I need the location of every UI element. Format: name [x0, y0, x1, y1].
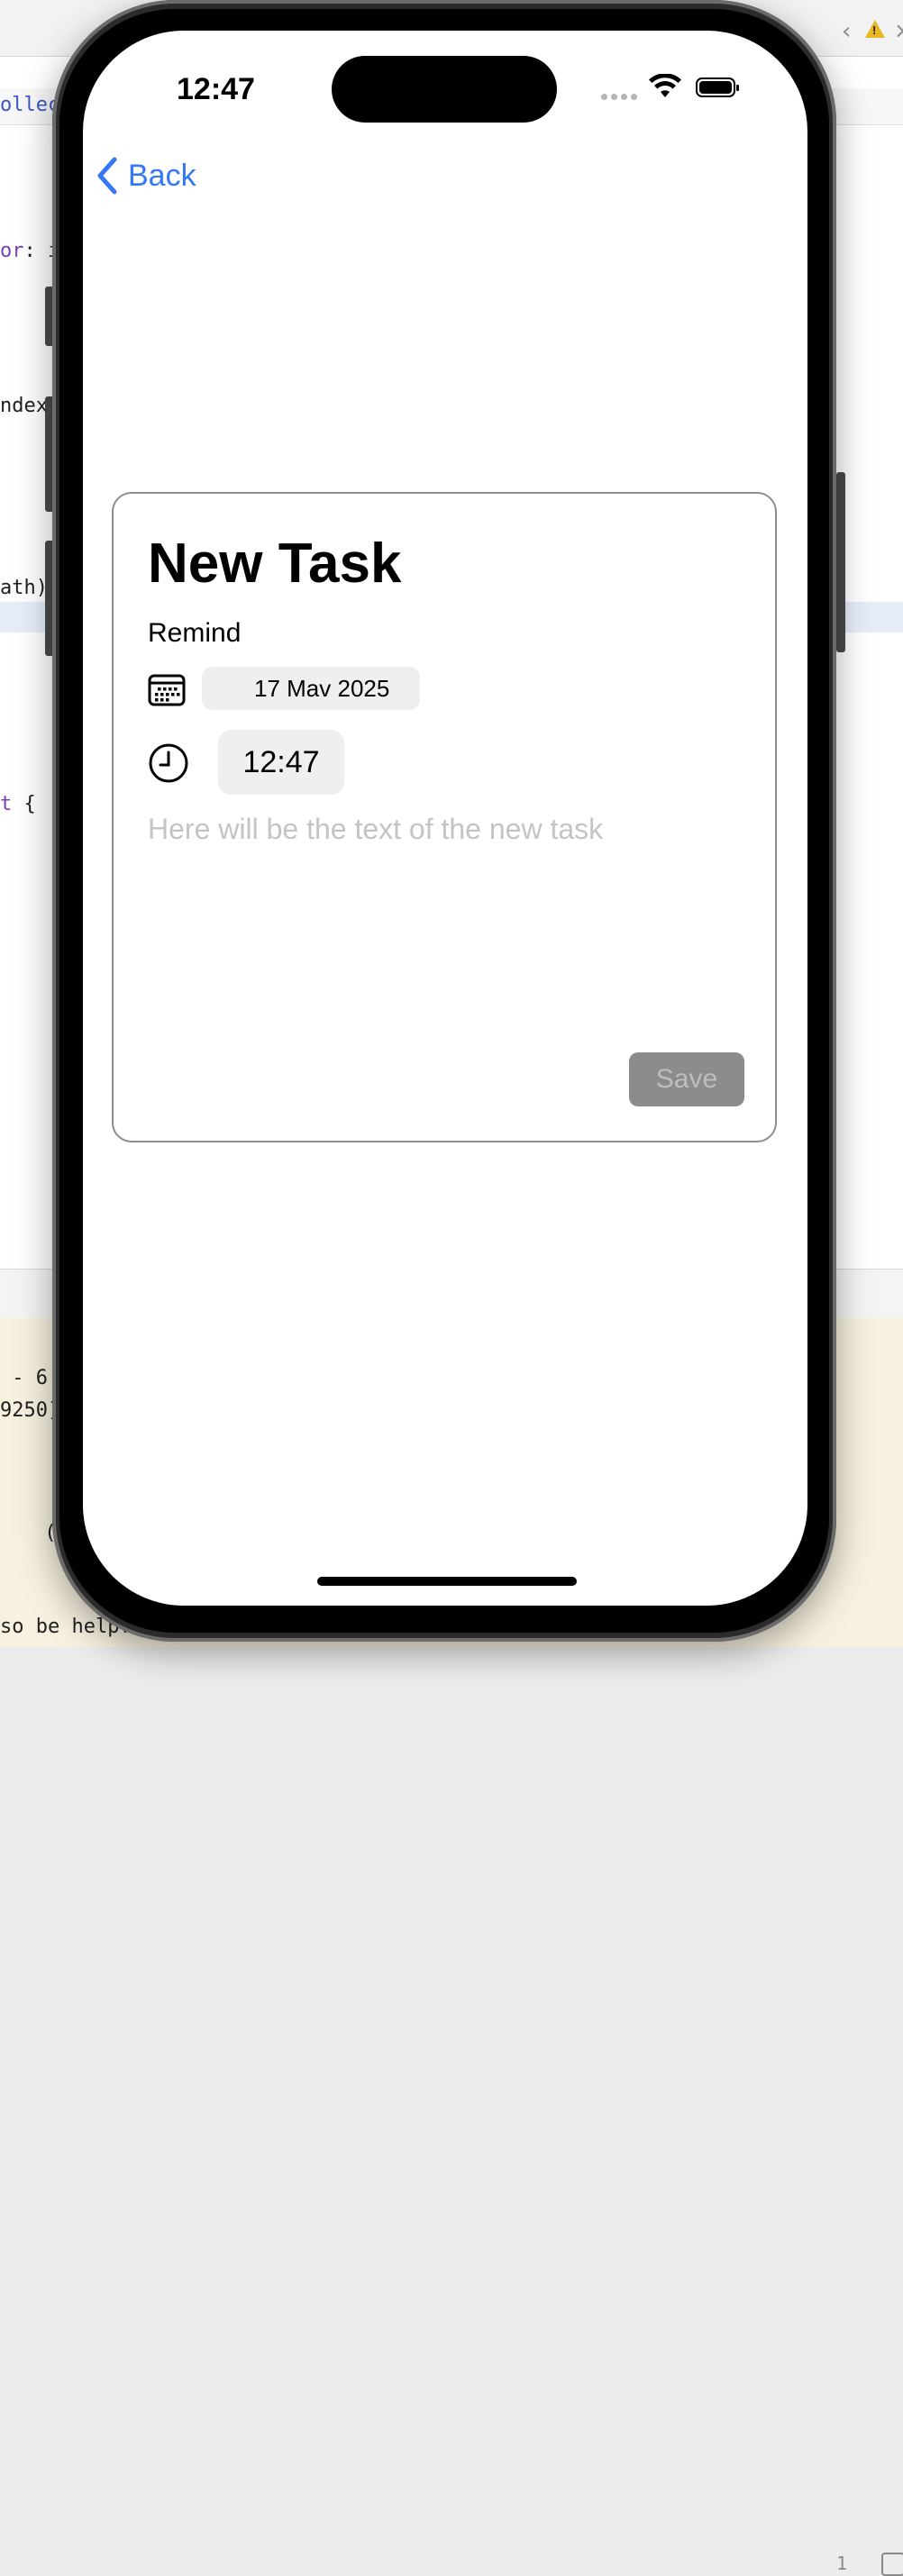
dynamic-island: [332, 56, 557, 123]
time-picker[interactable]: 12:47: [218, 730, 344, 795]
editor-close-icon[interactable]: ×: [894, 18, 903, 43]
remind-label: Remind: [148, 618, 242, 648]
page-title: New Task: [148, 532, 402, 595]
back-chevron-icon: [97, 157, 117, 195]
signal-icon: [601, 94, 637, 100]
line-number: 1: [836, 2553, 848, 2574]
status-time: 12:47: [177, 72, 255, 106]
editor-back-chevron-icon[interactable]: ‹: [842, 18, 851, 45]
home-indicator[interactable]: [317, 1577, 577, 1586]
task-text-input[interactable]: [148, 813, 743, 1083]
warning-mark: !: [872, 23, 877, 37]
code-token: or: [0, 240, 24, 262]
clock-icon: [149, 743, 188, 783]
code-line: or: i: [0, 240, 59, 262]
code-line: ath): [0, 577, 48, 599]
back-label: Back: [128, 158, 196, 193]
battery-icon: [696, 77, 739, 97]
device-screen: 12:47 Back New Task Remind 17 Mav 2025 1…: [83, 31, 807, 1606]
wifi-icon: [649, 74, 681, 97]
new-task-card: New Task Remind 17 Mav 2025 12:47 Save: [112, 492, 777, 1142]
panel-toggle-icon[interactable]: [881, 2553, 903, 2576]
code-line: ndex: [0, 395, 48, 417]
code-token: {: [12, 793, 36, 815]
code-line: t {: [0, 793, 36, 815]
code-token: t: [0, 793, 13, 815]
back-button[interactable]: Back: [96, 153, 196, 198]
code-line: ollec: [0, 94, 60, 116]
save-button[interactable]: Save: [629, 1052, 744, 1106]
calendar-icon: [148, 674, 186, 706]
console-line: - 6: [0, 1367, 48, 1389]
date-picker[interactable]: 17 Mav 2025: [202, 667, 420, 710]
hardware-button-power: [836, 472, 845, 652]
console-line: 9250]: [0, 1399, 60, 1422]
